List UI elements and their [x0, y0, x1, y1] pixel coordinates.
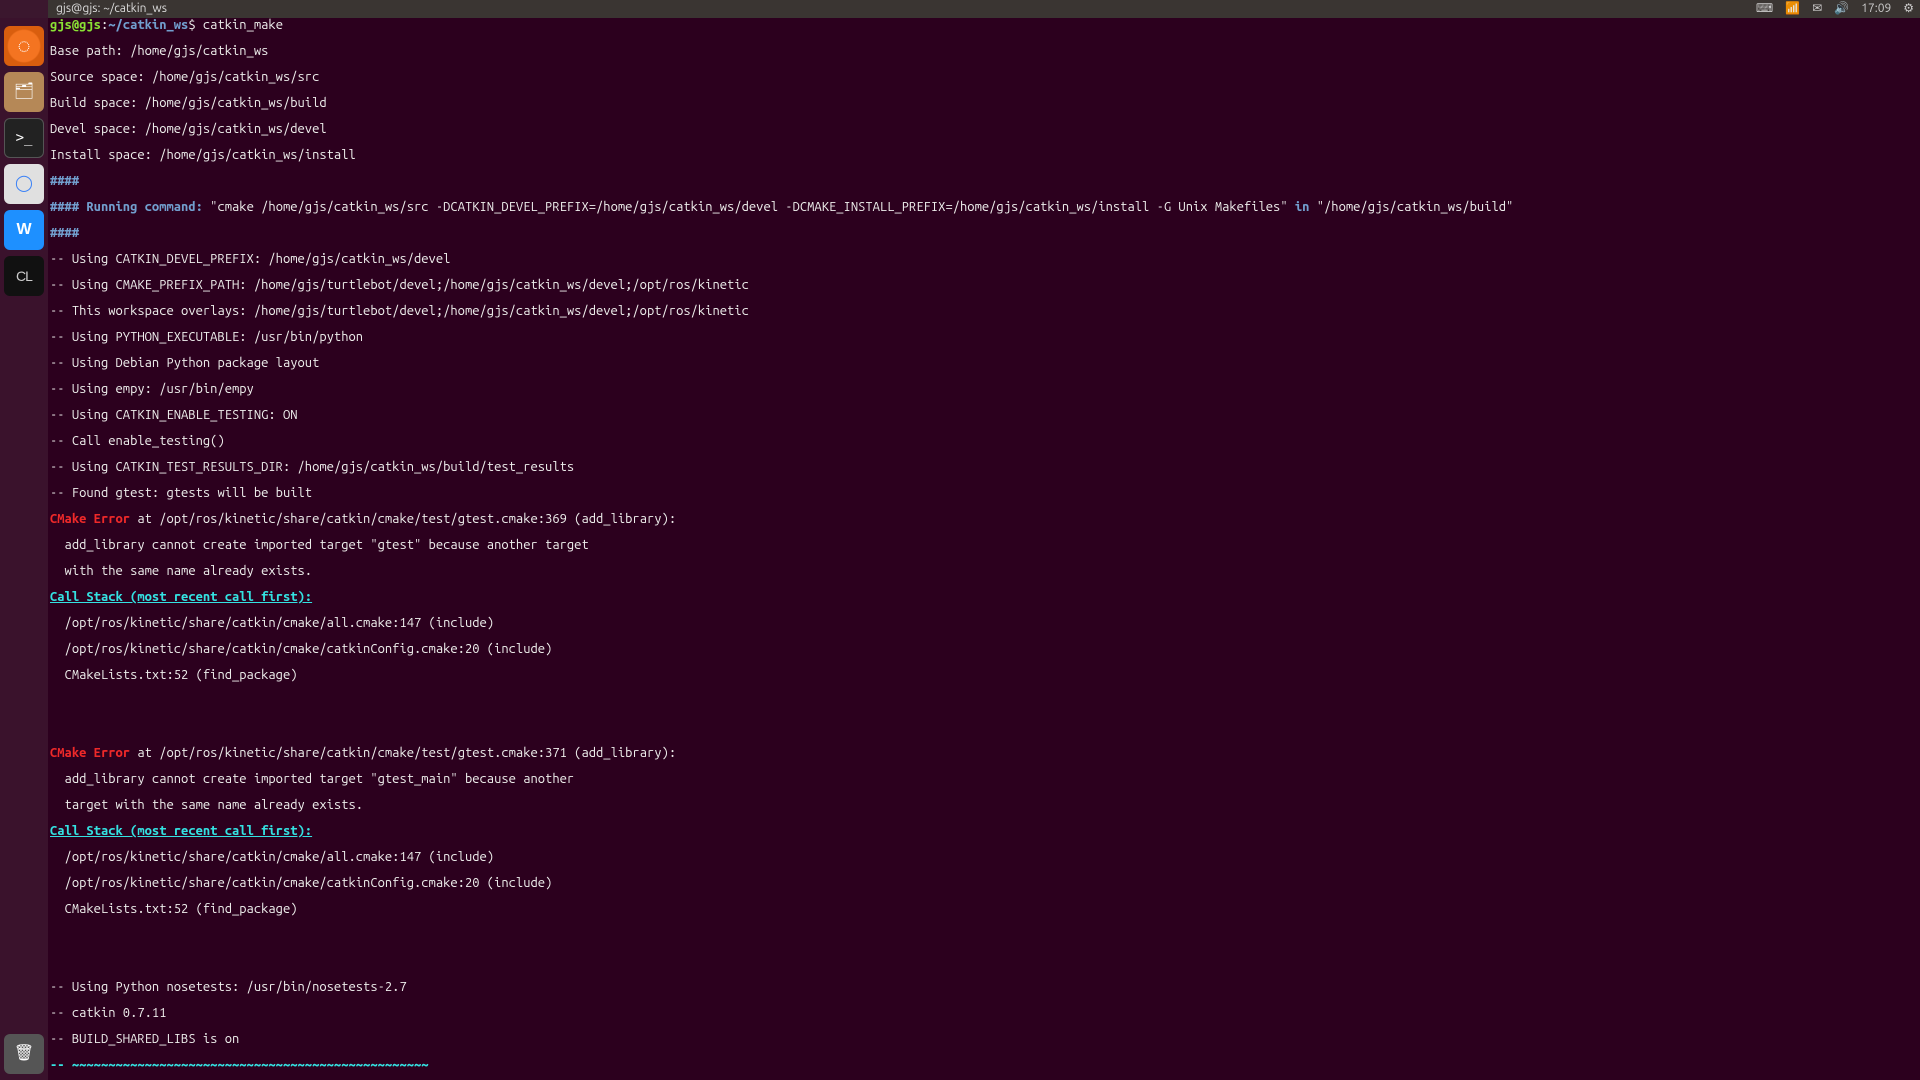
blank-line — [50, 929, 1920, 942]
network-indicator-icon[interactable]: 📶 — [1785, 3, 1800, 15]
output-line: -- Call enable_testing() — [50, 435, 1920, 448]
call-stack-header: Call Stack (most recent call first): — [50, 825, 1920, 838]
ubuntu-dash-icon[interactable] — [4, 26, 44, 66]
terminal-output[interactable]: gjs@gjs:~/catkin_ws$ catkin_make Base pa… — [48, 0, 1920, 1080]
cmake-error-line: CMake Error at /opt/ros/kinetic/share/ca… — [50, 513, 1920, 526]
trash-icon[interactable] — [4, 1034, 44, 1074]
wps-icon[interactable] — [4, 210, 44, 250]
blank-line — [50, 955, 1920, 968]
output-line: -- Using empy: /usr/bin/empy — [50, 383, 1920, 396]
output-line: /opt/ros/kinetic/share/catkin/cmake/catk… — [50, 877, 1920, 890]
system-gear-icon[interactable]: ⚙ — [1903, 3, 1914, 15]
main-area: gjs@gjs: ~/catkin_ws ⌨ 📶 ✉ 🔊 17:09 ⚙ gjs… — [48, 0, 1920, 1080]
output-line: -- Using Python nosetests: /usr/bin/nose… — [50, 981, 1920, 994]
prompt-userhost: gjs@gjs — [50, 18, 101, 32]
output-line: Base path: /home/gjs/catkin_ws — [50, 45, 1920, 58]
clock-indicator[interactable]: 17:09 — [1861, 3, 1891, 15]
separator-line: -- ~~~~~~~~~~~~~~~~~~~~~~~~~~~~~~~~~~~~~… — [50, 1059, 1920, 1072]
output-line: -- Using CATKIN_DEVEL_PREFIX: /home/gjs/… — [50, 253, 1920, 266]
unity-launcher — [0, 0, 48, 1080]
output-line: add_library cannot create imported targe… — [50, 539, 1920, 552]
keyboard-indicator-icon[interactable]: ⌨ — [1756, 3, 1773, 15]
output-line: -- Using CMAKE_PREFIX_PATH: /home/gjs/tu… — [50, 279, 1920, 292]
output-line: #### — [50, 175, 1920, 188]
clion-icon[interactable] — [4, 256, 44, 296]
output-line: target with the same name already exists… — [50, 799, 1920, 812]
output-line: -- BUILD_SHARED_LIBS is on — [50, 1033, 1920, 1046]
prompt-cwd: ~/catkin_ws — [108, 18, 188, 32]
output-line: #### — [50, 227, 1920, 240]
cmake-error-line: CMake Error at /opt/ros/kinetic/share/ca… — [50, 747, 1920, 760]
output-line: Build space: /home/gjs/catkin_ws/build — [50, 97, 1920, 110]
output-line: /opt/ros/kinetic/share/catkin/cmake/all.… — [50, 851, 1920, 864]
output-line: Source space: /home/gjs/catkin_ws/src — [50, 71, 1920, 84]
output-line: /opt/ros/kinetic/share/catkin/cmake/all.… — [50, 617, 1920, 630]
output-line: Install space: /home/gjs/catkin_ws/insta… — [50, 149, 1920, 162]
running-command-line: #### Running command: "cmake /home/gjs/c… — [50, 201, 1920, 214]
output-line: /opt/ros/kinetic/share/catkin/cmake/catk… — [50, 643, 1920, 656]
blank-line — [50, 695, 1920, 708]
output-line: -- catkin 0.7.11 — [50, 1007, 1920, 1020]
prompt-line: gjs@gjs:~/catkin_ws$ catkin_make — [50, 19, 1920, 32]
sound-indicator-icon[interactable]: 🔊 — [1834, 3, 1849, 15]
output-line: with the same name already exists. — [50, 565, 1920, 578]
files-icon[interactable] — [4, 72, 44, 112]
call-stack-header: Call Stack (most recent call first): — [50, 591, 1920, 604]
top-menu-bar: gjs@gjs: ~/catkin_ws ⌨ 📶 ✉ 🔊 17:09 ⚙ — [0, 0, 1920, 18]
output-line: CMakeLists.txt:52 (find_package) — [50, 669, 1920, 682]
output-line: -- Found gtest: gtests will be built — [50, 487, 1920, 500]
output-line: -- Using PYTHON_EXECUTABLE: /usr/bin/pyt… — [50, 331, 1920, 344]
system-indicators: ⌨ 📶 ✉ 🔊 17:09 ⚙ — [1756, 3, 1914, 15]
output-line: -- This workspace overlays: /home/gjs/tu… — [50, 305, 1920, 318]
output-line: add_library cannot create imported targe… — [50, 773, 1920, 786]
blank-line — [50, 721, 1920, 734]
typed-command: catkin_make — [203, 18, 283, 32]
output-line: CMakeLists.txt:52 (find_package) — [50, 903, 1920, 916]
terminal-icon[interactable] — [4, 118, 44, 158]
output-line: -- Using CATKIN_ENABLE_TESTING: ON — [50, 409, 1920, 422]
output-line: Devel space: /home/gjs/catkin_ws/devel — [50, 123, 1920, 136]
output-line: -- Using Debian Python package layout — [50, 357, 1920, 370]
output-line: -- Using CATKIN_TEST_RESULTS_DIR: /home/… — [50, 461, 1920, 474]
messages-indicator-icon[interactable]: ✉ — [1812, 3, 1822, 15]
chromium-icon[interactable] — [4, 164, 44, 204]
